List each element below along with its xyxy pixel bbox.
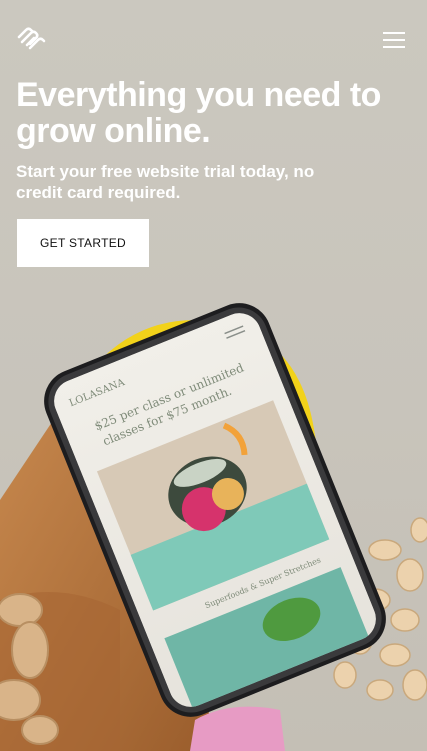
hero-product-image: LOLASANA $25 per class or unlimited clas… xyxy=(0,303,427,751)
hero-subheadline: Start your free website trial today, no … xyxy=(16,162,315,202)
top-navigation xyxy=(0,0,427,76)
page: Everything you need to grow online. Star… xyxy=(0,0,427,751)
hamburger-menu-icon[interactable] xyxy=(379,29,409,51)
squarespace-logo-icon[interactable] xyxy=(16,26,46,50)
hero-headline: Everything you need to grow online. xyxy=(16,76,381,150)
get-started-button[interactable]: GET STARTED xyxy=(17,219,149,267)
